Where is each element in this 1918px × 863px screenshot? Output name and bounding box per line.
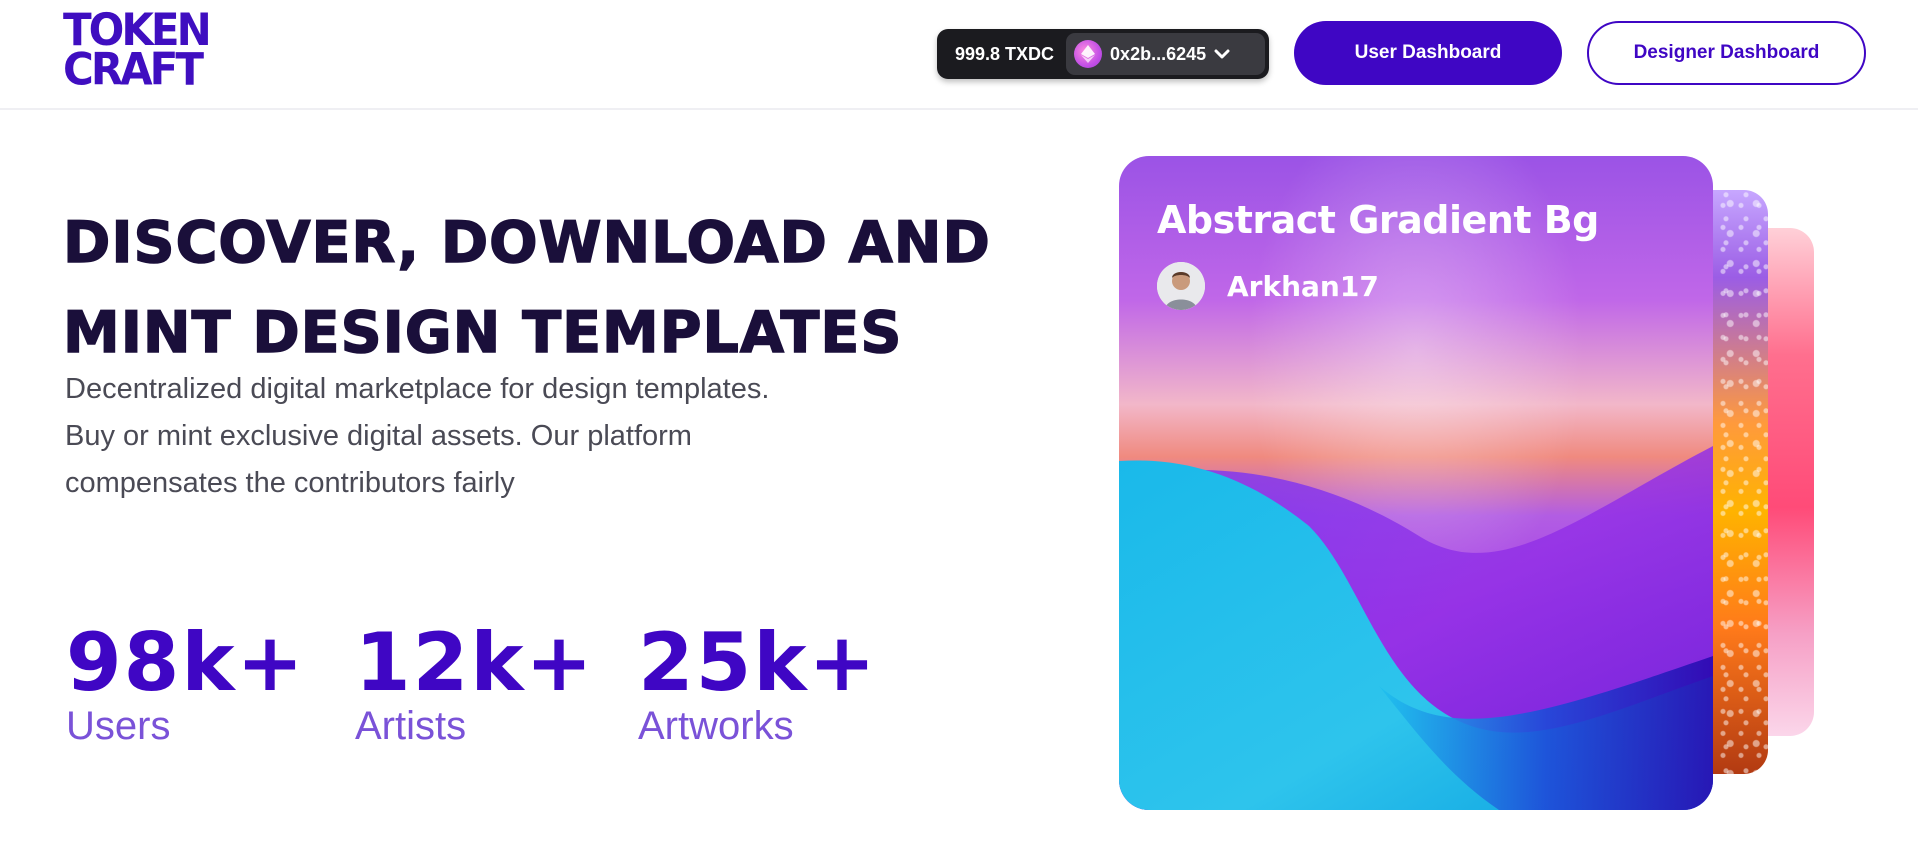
account-dropdown[interactable]: 0x2b...6245 xyxy=(1066,33,1265,75)
stat-value: 12k+ xyxy=(355,616,595,709)
designer-dashboard-button[interactable]: Designer Dashboard xyxy=(1587,21,1866,85)
author-name: Arkhan17 xyxy=(1227,269,1379,303)
tokencraft-logo[interactable]: TOKEN CRAFT xyxy=(63,7,233,96)
gradient-artwork-image xyxy=(1119,446,1713,810)
stat-value: 25k+ xyxy=(638,616,878,709)
stat-value: 98k+ xyxy=(66,616,306,709)
stat-label: Artworks xyxy=(638,704,794,748)
user-dashboard-button[interactable]: User Dashboard xyxy=(1294,21,1562,85)
stat-artists: 12k+ Artists xyxy=(355,616,595,748)
stat-label: Artists xyxy=(355,704,467,748)
card-author[interactable]: Arkhan17 xyxy=(1157,262,1379,310)
user-avatar-icon xyxy=(1157,262,1205,310)
chevron-down-icon xyxy=(1214,44,1230,65)
top-navbar: TOKEN CRAFT 999.8 TXDC 0x2b...6245 User … xyxy=(0,0,1918,110)
account-address: 0x2b...6245 xyxy=(1110,43,1207,64)
hero-description: Decentralized digital marketplace for de… xyxy=(65,373,770,499)
headline-line-1: DISCOVER, DOWNLOAD AND xyxy=(62,209,991,277)
stat-label: Users xyxy=(66,704,171,748)
ethereum-token-icon xyxy=(1074,40,1103,68)
card-title: Abstract Gradient Bg xyxy=(1157,198,1599,242)
stat-users: 98k+ Users xyxy=(66,616,306,748)
featured-artwork-card[interactable]: Abstract Gradient Bg Arkhan17 xyxy=(1119,156,1713,810)
wallet-balance: 999.8 TXDC xyxy=(955,43,1055,64)
logo-line-2: CRAFT xyxy=(63,43,204,96)
wallet-widget: 999.8 TXDC 0x2b...6245 xyxy=(937,29,1269,79)
headline-line-2: MINT DESIGN TEMPLATES xyxy=(62,299,903,367)
hero-headline: DISCOVER, DOWNLOAD AND MINT DESIGN TEMPL… xyxy=(62,198,991,378)
stat-artworks: 25k+ Artworks xyxy=(638,616,878,748)
